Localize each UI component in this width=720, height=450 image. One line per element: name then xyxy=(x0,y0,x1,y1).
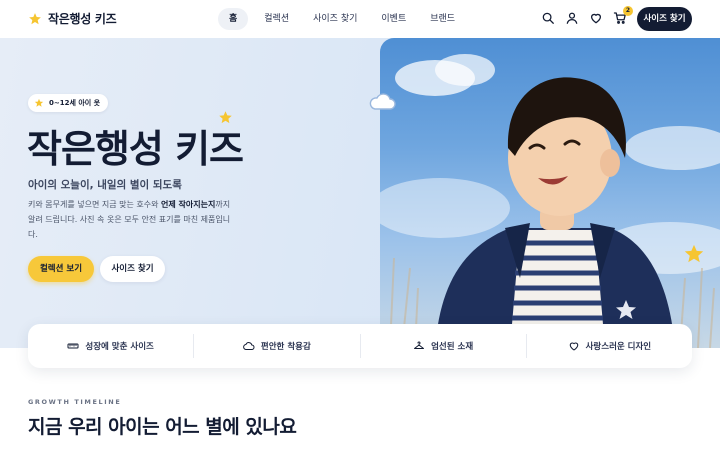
hero-title: 작은행성 키즈 xyxy=(27,127,244,171)
features-bar: 성장에 맞춘 사이즈 편안한 착용감 엄선된 소재 사랑스러운 디자인 xyxy=(28,324,692,368)
feature-label: 사랑스러운 디자인 xyxy=(585,342,652,352)
feature-item: 편안한 착용감 xyxy=(194,334,361,358)
heart-icon[interactable] xyxy=(589,11,603,25)
hero-section: 0~12세 아이 옷 작은행성 키즈 아이의 오늘이, 내일의 별이 되도록 키… xyxy=(0,38,720,348)
hero-desc-part: 키와 몸무게를 넣으면 지금 맞는 호수와 xyxy=(28,200,162,209)
view-collection-button[interactable]: 컬렉션 보기 xyxy=(28,256,94,282)
brand-logo[interactable]: 작은행성 키즈 xyxy=(28,10,117,27)
section-eyebrow: GROWTH TIMELINE xyxy=(28,398,122,406)
star-icon xyxy=(29,12,41,24)
cloud-decoration-icon xyxy=(369,93,396,110)
ruler-icon xyxy=(67,343,79,349)
star-decoration-icon xyxy=(684,244,704,263)
hero-illustration xyxy=(380,54,720,348)
feature-item: 성장에 맞춘 사이즈 xyxy=(28,334,195,358)
hero-subtitle: 아이의 오늘이, 내일의 별이 되도록 xyxy=(28,179,182,191)
section-title: 지금 우리 아이는 어느 별에 있나요 xyxy=(28,416,297,438)
hero-desc-emphasis: 언제 작아지는지 xyxy=(161,200,216,209)
nav-item-brand[interactable]: 브랜드 xyxy=(422,8,463,30)
site-header: 작은행성 키즈 홈 컬렉션 사이즈 찾기 이벤트 브랜드 2 사이즈 찾기 xyxy=(0,0,720,38)
hanger-icon xyxy=(414,341,425,349)
nav-item-event[interactable]: 이벤트 xyxy=(373,8,414,30)
hero-description: 키와 몸무게를 넣으면 지금 맞는 호수와 언제 작아지는지까지 알려 드립니다… xyxy=(28,197,238,242)
header-actions: 2 xyxy=(541,6,633,25)
nav-item-collection[interactable]: 컬렉션 xyxy=(256,8,297,30)
size-finder-button[interactable]: 사이즈 찾기 xyxy=(637,7,692,31)
search-icon[interactable] xyxy=(541,11,555,25)
feature-item: 사랑스러운 디자인 xyxy=(527,334,692,358)
cloud-icon xyxy=(243,342,255,350)
feature-label: 편안한 착용감 xyxy=(260,342,311,352)
heart-icon xyxy=(569,342,578,351)
user-icon[interactable] xyxy=(565,11,579,25)
nav-item-home[interactable]: 홈 xyxy=(218,8,249,30)
feature-label: 엄선된 소재 xyxy=(431,342,474,352)
age-badge: 0~12세 아이 옷 xyxy=(28,94,109,112)
star-icon xyxy=(34,98,44,107)
cart-icon[interactable]: 2 xyxy=(613,6,633,25)
nav-item-size-finder[interactable]: 사이즈 찾기 xyxy=(305,8,365,30)
main-nav: 홈 컬렉션 사이즈 찾기 이벤트 브랜드 xyxy=(218,8,471,30)
find-size-button[interactable]: 사이즈 찾기 xyxy=(100,256,165,282)
feature-label: 성장에 맞춘 사이즈 xyxy=(85,342,154,352)
cart-count-badge: 2 xyxy=(623,6,633,16)
age-badge-label: 0~12세 아이 옷 xyxy=(49,99,101,107)
hero-photo-child-sky xyxy=(380,38,720,348)
feature-item: 엄선된 소재 xyxy=(361,334,527,358)
brand-name: 작은행성 키즈 xyxy=(48,12,117,26)
